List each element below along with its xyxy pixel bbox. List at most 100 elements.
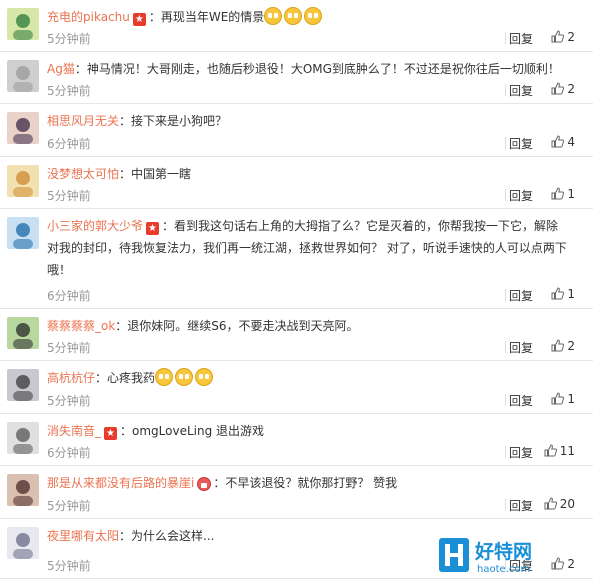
comment-content: ：不早该退役？就你那打野？ 赞我 [213, 476, 398, 490]
like-count: 20 [559, 497, 575, 511]
star-badge-icon: ★ [132, 13, 146, 26]
comment-text: 那是从来都没有后路的暴崖i ：不早该退役？就你那打野？ 赞我 [47, 472, 569, 494]
reply-button[interactable]: 回复 [509, 82, 533, 99]
comment-content: ：omgLoveLing 退出游戏 [120, 424, 265, 438]
avatar[interactable] [7, 474, 39, 506]
comment-content: ：再现当年WE的情景 [148, 10, 265, 24]
comment-content: ：接下来是小狗吧？ [119, 114, 228, 128]
username-link[interactable]: 没梦想太可怕 [47, 167, 119, 181]
comment-text: 相思风月无关：接下来是小狗吧？ [47, 110, 569, 132]
comment-text: 充电的pikachu ★ ：再现当年WE的情景 [47, 6, 569, 28]
comment-text: 消失南音_ ★ ：omgLoveLing 退出游戏 [47, 420, 569, 442]
comment-time: 5分钟前 [47, 341, 91, 355]
like-count: 1 [567, 187, 575, 201]
like-count: 2 [567, 339, 575, 353]
comment-item: 消失南音_ ★ ：omgLoveLing 退出游戏 6分钟前 回复 11 [0, 414, 593, 466]
username-link[interactable]: 蔡蔡蔡蔡_ok [47, 319, 115, 333]
crying-face-icon [284, 7, 303, 25]
like-button[interactable]: 2 [551, 82, 575, 96]
avatar[interactable] [7, 369, 39, 401]
comment-time: 5分钟前 [47, 32, 91, 46]
thumbs-up-icon [551, 339, 565, 352]
crying-face-icon [264, 7, 283, 25]
watermark-brand: 好特网 [474, 540, 532, 563]
thumbs-up-icon [551, 187, 565, 200]
divider [505, 446, 506, 458]
username-link[interactable]: 消失南音_ [47, 424, 101, 438]
like-button[interactable]: 4 [551, 135, 575, 149]
crying-face-icon [304, 7, 323, 25]
divider [505, 32, 506, 44]
avatar[interactable] [7, 317, 39, 349]
crying-face-icon [195, 368, 214, 386]
divider [505, 394, 506, 406]
username-link[interactable]: 那是从来都没有后路的暴崖i [47, 476, 194, 490]
comment-text: 小三家的郭大少爷 ★ ：看到我这句话右上角的大拇指了么？它是灭着的，你帮我按一下它，… [47, 215, 569, 281]
reply-button[interactable]: 回复 [509, 392, 533, 409]
comment-content: ：心疼我药 [95, 371, 156, 385]
star-badge-icon: ★ [104, 427, 118, 440]
comment-time: 6分钟前 [47, 137, 91, 151]
reply-button[interactable]: 回复 [509, 339, 533, 356]
comment-time: 5分钟前 [47, 189, 91, 203]
comment-item: Ag猫：神马情况！大哥刚走，也随后秒退役！大OMG到底肿么了！不过还是祝你往后一… [0, 52, 593, 104]
username-link[interactable]: 夜里哪有太阳 [47, 529, 119, 543]
avatar[interactable] [7, 112, 39, 144]
comment-item: 相思风月无关：接下来是小狗吧？ 6分钟前 回复 4 [0, 104, 593, 157]
divider [505, 189, 506, 201]
avatar[interactable] [7, 422, 39, 454]
divider [505, 137, 506, 149]
thumbs-up-icon [551, 287, 565, 300]
avatar[interactable] [7, 217, 39, 249]
like-button[interactable]: 20 [544, 497, 575, 511]
comment-item: 没梦想太可怕：中国第一瞎 5分钟前 回复 1 [0, 157, 593, 209]
reply-button[interactable]: 回复 [509, 135, 533, 152]
like-button[interactable]: 11 [544, 444, 575, 458]
like-button[interactable]: 1 [551, 187, 575, 201]
like-count: 2 [567, 30, 575, 44]
avatar[interactable] [7, 165, 39, 197]
comment-time: 5分钟前 [47, 559, 91, 573]
thumbs-up-icon [551, 392, 565, 405]
comment-text: 没梦想太可怕：中国第一瞎 [47, 163, 569, 185]
like-count: 11 [559, 444, 575, 458]
reply-button[interactable]: 回复 [509, 444, 533, 461]
like-button[interactable]: 2 [551, 339, 575, 353]
star-badge-icon: ★ [146, 222, 160, 235]
divider [505, 341, 506, 353]
like-count: 1 [567, 287, 575, 301]
watermark-domain: haote.com [477, 564, 530, 575]
avatar[interactable] [7, 60, 39, 92]
like-count: 2 [567, 82, 575, 96]
comment-time: 5分钟前 [47, 499, 91, 513]
like-button[interactable]: 1 [551, 392, 575, 406]
thumbs-up-icon [544, 444, 557, 457]
username-link[interactable]: 高杭杭仔 [47, 371, 95, 385]
thumbs-up-icon [551, 135, 565, 148]
comment-time: 5分钟前 [47, 84, 91, 98]
reply-button[interactable]: 回复 [509, 30, 533, 47]
comment-text: Ag猫：神马情况！大哥刚走，也随后秒退役！大OMG到底肿么了！不过还是祝你往后一… [47, 58, 569, 80]
username-link[interactable]: Ag猫 [47, 62, 75, 76]
reply-button[interactable]: 回复 [509, 287, 533, 304]
username-link[interactable]: 充电的pikachu [47, 10, 130, 24]
divider [505, 289, 506, 301]
like-button[interactable]: 1 [551, 287, 575, 301]
comment-text: 蔡蔡蔡蔡_ok：退你妹阿。继续S6，不要走决战到天亮阿。 [47, 315, 569, 337]
comment-item: 高杭杭仔：心疼我药 5分钟前 回复 1 [0, 361, 593, 414]
comment-time: 5分钟前 [47, 394, 91, 408]
like-button[interactable]: 2 [551, 30, 575, 44]
comment-item: 小三家的郭大少爷 ★ ：看到我这句话右上角的大拇指了么？它是灭着的，你帮我按一下它，… [0, 209, 593, 309]
avatar[interactable] [7, 8, 39, 40]
avatar[interactable] [7, 527, 39, 559]
reply-button[interactable]: 回复 [509, 187, 533, 204]
divider [505, 84, 506, 96]
username-link[interactable]: 相思风月无关 [47, 114, 119, 128]
like-count: 1 [567, 392, 575, 406]
divider [505, 499, 506, 511]
username-link[interactable]: 小三家的郭大少爷 [47, 219, 143, 233]
comment-content: ：为什么会这样... [119, 529, 215, 543]
comment-time: 6分钟前 [47, 289, 91, 303]
watermark-logo: 好特网 haote.com [439, 536, 569, 576]
reply-button[interactable]: 回复 [509, 497, 533, 514]
